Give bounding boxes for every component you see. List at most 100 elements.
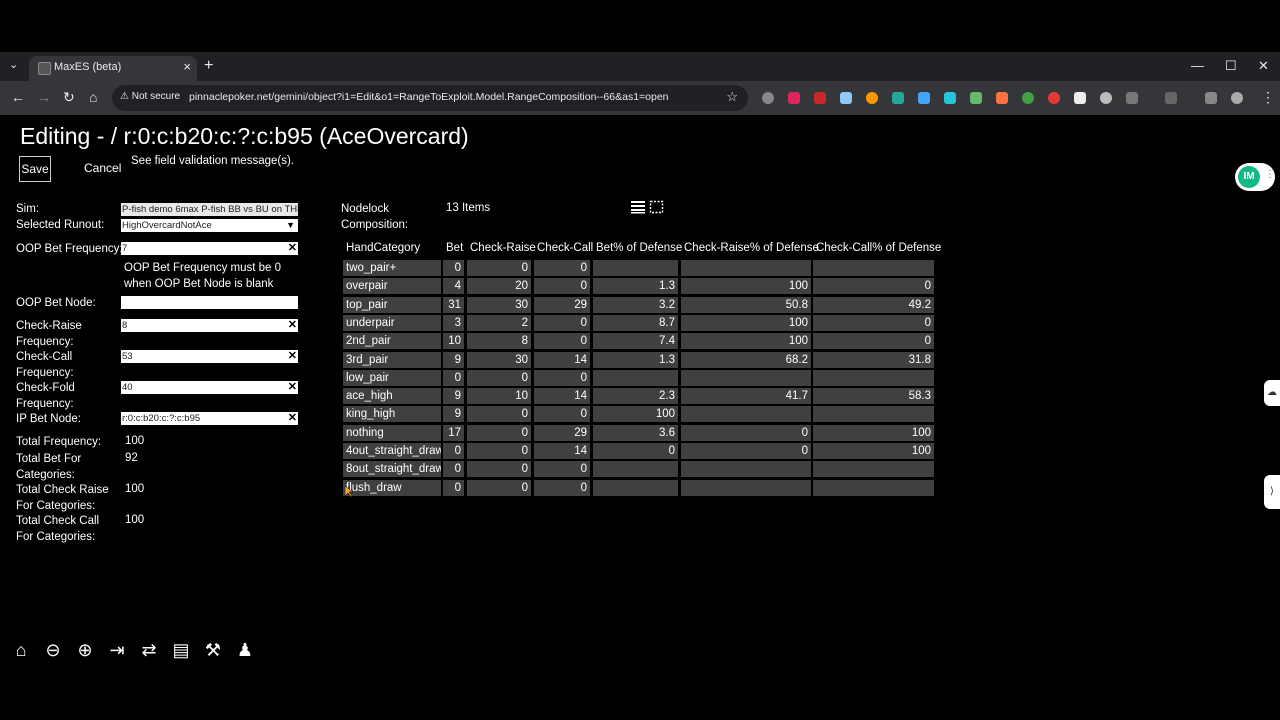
column-header[interactable]: Check-Call% of Defense bbox=[816, 242, 941, 254]
table-cell: 8 bbox=[467, 333, 531, 350]
extension-icon-8[interactable] bbox=[944, 92, 956, 104]
table-cell: 1.3 bbox=[593, 351, 678, 368]
runout-label: Selected Runout: bbox=[16, 219, 105, 231]
extension-icon-9[interactable] bbox=[970, 92, 982, 104]
list-view-icon[interactable] bbox=[630, 200, 646, 214]
tab-title: MaxES (beta) bbox=[54, 61, 122, 73]
column-header[interactable]: Bet% of Defense bbox=[596, 242, 682, 254]
table-cell bbox=[593, 369, 678, 386]
security-badge[interactable]: ⚠ Not secure bbox=[120, 91, 180, 102]
column-header[interactable]: Check-Raise% of Defense bbox=[684, 242, 819, 254]
runout-select[interactable]: HighOvercardNotAce ▼ bbox=[121, 219, 298, 232]
side-panel-tab[interactable]: ⟩ bbox=[1264, 475, 1280, 509]
sim-field[interactable]: P-fish demo 6max P-fish BB vs BU on TH8 bbox=[121, 203, 298, 216]
extension-icon-7[interactable] bbox=[918, 92, 930, 104]
cloud-side-tab[interactable]: ☁ bbox=[1264, 380, 1280, 406]
extension-icon-11[interactable] bbox=[1022, 92, 1034, 104]
browser-menu-icon[interactable]: ⋮ bbox=[1261, 89, 1275, 106]
table-cell: 29 bbox=[534, 296, 590, 313]
clear-icon[interactable]: ✕ bbox=[288, 350, 297, 363]
clear-icon[interactable]: ✕ bbox=[288, 412, 297, 425]
sim-label: Sim: bbox=[16, 203, 39, 215]
column-header[interactable]: Bet bbox=[446, 242, 463, 254]
back-icon[interactable]: ← bbox=[11, 89, 25, 105]
total-check-raise-label: Total Check Raise For Categories: bbox=[16, 484, 109, 512]
table-cell: 0 bbox=[534, 479, 590, 496]
extension-icon-10[interactable] bbox=[996, 92, 1008, 104]
bookmark-star-icon[interactable]: ☆ bbox=[726, 89, 738, 105]
browser-tab[interactable]: MaxES (beta) × bbox=[29, 56, 197, 81]
table-cell bbox=[593, 479, 678, 496]
table-cell: 0 bbox=[467, 443, 531, 459]
minimize-icon[interactable]: — bbox=[1191, 58, 1204, 73]
table-cell: 0 bbox=[534, 314, 590, 331]
clear-icon[interactable]: ✕ bbox=[288, 381, 297, 394]
user-icon[interactable]: ♟ bbox=[234, 640, 256, 660]
column-header[interactable]: HandCategory bbox=[346, 242, 420, 254]
forward-icon[interactable]: → bbox=[37, 89, 51, 105]
back-circle-icon[interactable]: ⊖ bbox=[42, 640, 64, 660]
extension-icon-5[interactable] bbox=[866, 92, 878, 104]
table-cell bbox=[813, 260, 934, 276]
tab-strip: ⌄ MaxES (beta) × + — ☐ ✕ bbox=[0, 52, 1280, 81]
extension-icon-12[interactable] bbox=[1048, 92, 1060, 104]
wrench-icon[interactable]: ⚒ bbox=[202, 640, 224, 660]
close-window-icon[interactable]: ✕ bbox=[1258, 58, 1269, 74]
reload-icon[interactable]: ↻ bbox=[63, 89, 75, 106]
home-icon[interactable]: ⌂ bbox=[89, 89, 97, 105]
table-cell: 10 bbox=[467, 388, 531, 405]
column-header[interactable]: Check-Call bbox=[537, 242, 593, 254]
table-cell: 10 bbox=[443, 333, 464, 350]
media-icon[interactable] bbox=[1205, 92, 1217, 104]
url-text[interactable]: pinnaclepoker.net/gemini/object?i1=Edit&… bbox=[189, 91, 669, 103]
hand-category-cell: king_high bbox=[343, 406, 441, 423]
extension-icon-6[interactable] bbox=[892, 92, 904, 104]
screenshot-icon[interactable] bbox=[1165, 92, 1177, 104]
browser-toolbar: ← → ↻ ⌂ ⚠ Not secure pinnaclepoker.net/g… bbox=[0, 81, 1280, 115]
extension-icon-13[interactable] bbox=[1074, 92, 1086, 104]
table-cell: 0 bbox=[443, 260, 464, 276]
extensions-puzzle-icon[interactable] bbox=[1126, 92, 1138, 104]
table-cell bbox=[593, 260, 678, 276]
ip-bet-node-input[interactable]: r:0:c:b20:c:?:c:b95 ✕ bbox=[121, 412, 298, 425]
tab-search-icon[interactable]: ⌄ bbox=[9, 58, 18, 71]
oop-bet-node-input[interactable] bbox=[121, 296, 298, 309]
nodelock-composition-label: Nodelock Composition: bbox=[341, 203, 409, 231]
extension-icon-4[interactable] bbox=[840, 92, 852, 104]
check-raise-frequency-input[interactable]: 8 ✕ bbox=[121, 319, 298, 332]
profile-avatar-icon[interactable] bbox=[1231, 92, 1243, 104]
oop-bet-frequency-value: 7 bbox=[122, 243, 128, 254]
clear-icon[interactable]: ✕ bbox=[288, 319, 297, 332]
check-fold-frequency-input[interactable]: 40 ✕ bbox=[121, 381, 298, 394]
column-header[interactable]: Check-Raise bbox=[470, 242, 536, 254]
select-view-icon[interactable] bbox=[649, 200, 665, 214]
table-cell: 0 bbox=[534, 406, 590, 423]
save-button[interactable]: Save bbox=[19, 156, 51, 182]
pocket-icon[interactable] bbox=[788, 92, 800, 104]
maximize-icon[interactable]: ☐ bbox=[1225, 58, 1237, 74]
clipboard-icon[interactable]: ▤ bbox=[170, 640, 192, 660]
extension-floating-badge[interactable]: IM ⋮ bbox=[1235, 163, 1275, 191]
close-tab-icon[interactable]: × bbox=[183, 59, 191, 74]
forward-circle-icon[interactable]: ⊕ bbox=[74, 640, 96, 660]
export-icon[interactable]: ⇥ bbox=[106, 640, 128, 660]
table-cell: 3 bbox=[443, 314, 464, 331]
cancel-link[interactable]: Cancel bbox=[84, 161, 121, 175]
total-bet-value: 92 bbox=[125, 452, 138, 464]
extension-icon-1[interactable] bbox=[762, 92, 774, 104]
chevron-down-icon: ▼ bbox=[286, 220, 295, 230]
new-tab-icon[interactable]: + bbox=[204, 57, 213, 75]
table-cell: 0 bbox=[467, 260, 531, 276]
grip-icon[interactable]: ⋮ bbox=[1265, 169, 1275, 180]
oop-bet-frequency-input[interactable]: 7 ✕ bbox=[121, 242, 298, 255]
table-cell: 8.7 bbox=[593, 314, 678, 331]
address-bar[interactable]: ⚠ Not secure pinnaclepoker.net/gemini/ob… bbox=[112, 85, 748, 111]
home-icon[interactable]: ⌂ bbox=[10, 640, 32, 660]
clear-icon[interactable]: ✕ bbox=[288, 242, 297, 255]
check-call-frequency-input[interactable]: 53 ✕ bbox=[121, 350, 298, 363]
extension-icon-3[interactable] bbox=[814, 92, 826, 104]
table-cell: 9 bbox=[443, 351, 464, 368]
swap-icon[interactable]: ⇄ bbox=[138, 640, 160, 660]
check-fold-frequency-value: 40 bbox=[122, 382, 133, 393]
extension-icon-14[interactable] bbox=[1100, 92, 1112, 104]
